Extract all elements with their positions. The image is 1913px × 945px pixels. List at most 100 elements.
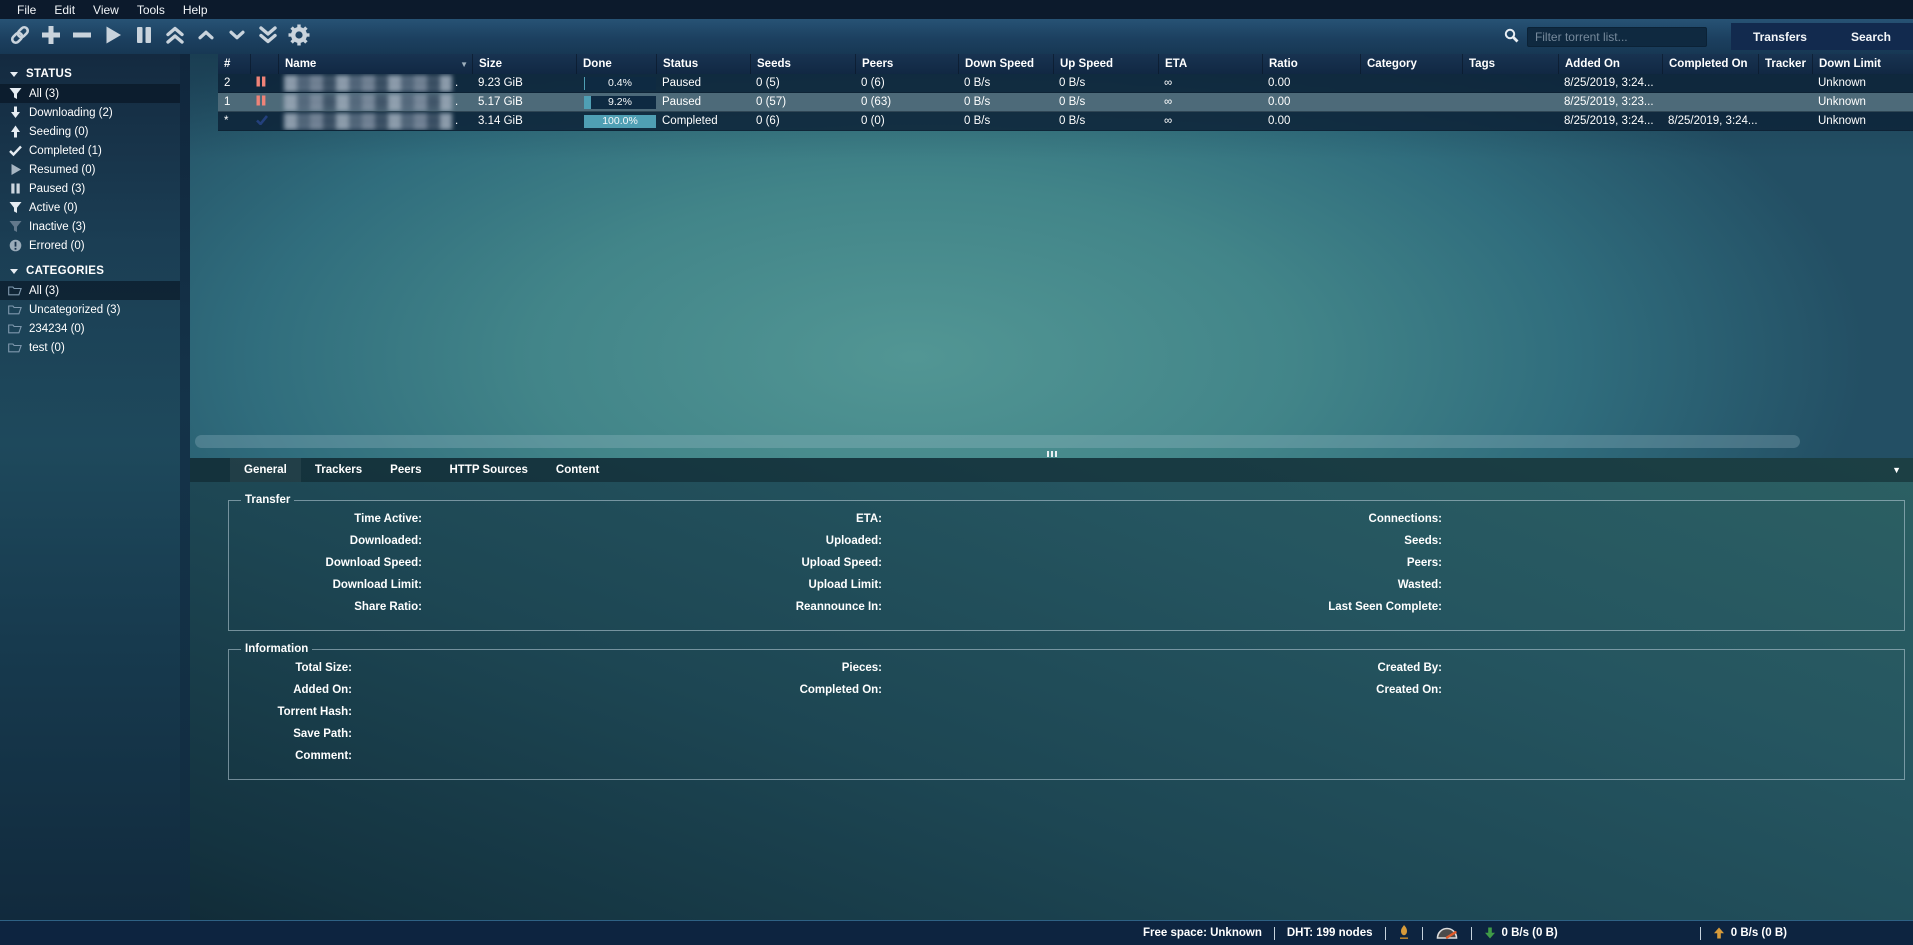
resume-button[interactable]	[99, 23, 127, 51]
sidebar-item-errored-0[interactable]: Errored (0)	[0, 236, 180, 255]
column-header-down-limit[interactable]: Down Limit	[1812, 54, 1913, 74]
blurred-torrent-name	[284, 94, 452, 111]
cell-size: 3.14 GiB	[472, 112, 576, 130]
menu-file[interactable]: File	[8, 3, 45, 17]
column-header-done[interactable]: Done	[576, 54, 656, 74]
column-header-eta[interactable]: ETA	[1158, 54, 1262, 74]
connection-status-firewalled-icon[interactable]	[1398, 924, 1410, 943]
sidebar-item-uncategorized-3[interactable]: Uncategorized (3)	[0, 300, 180, 319]
torrent-row[interactable]: 2.9.23 GiB0.4%Paused0 (5)0 (6)0 B/s0 B/s…	[218, 74, 1913, 93]
cell-added-on: 8/25/2019, 3:23...	[1558, 93, 1662, 111]
sidebar-item-234234-0[interactable]: 234234 (0)	[0, 319, 180, 338]
column-header-size[interactable]: Size	[472, 54, 576, 74]
sidebar-item-label: Completed (1)	[29, 145, 102, 157]
tab-trackers[interactable]: Trackers	[301, 458, 376, 482]
information-fieldset: Information Total Size:Pieces:Created By…	[228, 643, 1905, 780]
sidebar-splitter[interactable]	[180, 54, 190, 920]
sidebar-item-resumed-0[interactable]: Resumed (0)	[0, 160, 180, 179]
categories-section-title: CATEGORIES	[26, 265, 104, 277]
add-torrent-link-button[interactable]	[6, 23, 34, 51]
torrent-row[interactable]: 1.5.17 GiB9.2%Paused0 (57)0 (63)0 B/s0 B…	[218, 93, 1913, 112]
increase-priority-button[interactable]	[192, 23, 220, 51]
menu-tools[interactable]: Tools	[128, 3, 174, 17]
column-header-peers[interactable]: Peers	[855, 54, 958, 74]
view-tab-search[interactable]: Search	[1829, 23, 1913, 50]
menu-edit[interactable]: Edit	[45, 3, 84, 17]
cell-eta: ∞	[1158, 74, 1262, 92]
field-label-comment: Comment:	[239, 750, 352, 762]
cell-seeds: 0 (5)	[750, 74, 855, 92]
cell-added-on: 8/25/2019, 3:24...	[1558, 112, 1662, 130]
cell-tags	[1462, 112, 1558, 130]
add-torrent-file-button[interactable]	[37, 23, 65, 51]
tab-content[interactable]: Content	[542, 458, 613, 482]
fieldset-row: Time Active:ETA:Connections:	[239, 508, 1894, 530]
add-torrent-file-icon	[40, 24, 62, 49]
sidebar-item-completed-1[interactable]: Completed (1)	[0, 141, 180, 160]
menu-view[interactable]: View	[84, 3, 128, 17]
field-label-downloaded: Downloaded:	[239, 535, 422, 547]
cell-status: Paused	[656, 93, 750, 111]
pause-button[interactable]	[130, 23, 158, 51]
sidebar-item-downloading-2[interactable]: Downloading (2)	[0, 103, 180, 122]
cell-status: Paused	[656, 74, 750, 92]
view-tab-transfers[interactable]: Transfers	[1731, 23, 1829, 50]
column-header-name[interactable]: Name▼	[278, 54, 472, 74]
cell-ratio: 0.00	[1262, 112, 1360, 130]
torrent-row[interactable]: *.3.14 GiB100.0%Completed0 (6)0 (0)0 B/s…	[218, 112, 1913, 131]
filter-torrent-input[interactable]	[1527, 27, 1707, 47]
column-header-status[interactable]: Status	[656, 54, 750, 74]
sidebar-item-all-3[interactable]: All (3)	[0, 84, 180, 103]
column-header-state-icon[interactable]	[250, 54, 278, 74]
categories-section-header[interactable]: CATEGORIES	[0, 261, 180, 281]
sidebar-item-label: All (3)	[29, 285, 59, 297]
column-header-down-speed[interactable]: Down Speed	[958, 54, 1053, 74]
column-header-tags[interactable]: Tags	[1462, 54, 1558, 74]
sidebar-item-inactive-3[interactable]: Inactive (3)	[0, 217, 180, 236]
sidebar-item-active-0[interactable]: Active (0)	[0, 198, 180, 217]
column-header-[interactable]: #	[218, 54, 250, 74]
alt-speed-limits-speedometer-icon[interactable]	[1435, 924, 1459, 943]
top-priority-button[interactable]	[161, 23, 189, 51]
options-button[interactable]	[285, 23, 313, 51]
horizontal-scrollbar[interactable]	[195, 435, 1800, 448]
sidebar-item-label: Uncategorized (3)	[29, 304, 120, 316]
sidebar-item-all-3[interactable]: All (3)	[0, 281, 180, 300]
bottom-priority-button[interactable]	[254, 23, 282, 51]
column-header-up-speed[interactable]: Up Speed	[1053, 54, 1158, 74]
menu-help[interactable]: Help	[174, 3, 217, 17]
column-header-ratio[interactable]: Ratio	[1262, 54, 1360, 74]
view-tabs: TransfersSearch	[1731, 23, 1913, 50]
cell-peers: 0 (0)	[855, 112, 958, 130]
panel-splitter[interactable]	[190, 449, 1913, 458]
tab-http-sources[interactable]: HTTP Sources	[436, 458, 542, 482]
tab-general[interactable]: General	[230, 458, 301, 482]
tab-peers[interactable]: Peers	[376, 458, 435, 482]
sort-descending-icon: ▼	[460, 60, 468, 69]
column-header-added-on[interactable]: Added On	[1558, 54, 1662, 74]
cell-name: .	[278, 74, 472, 92]
cell-eta: ∞	[1158, 93, 1262, 111]
column-header-tracker[interactable]: Tracker	[1758, 54, 1812, 74]
status-section-header[interactable]: STATUS	[0, 64, 180, 84]
cell-name: .	[278, 112, 472, 130]
chevron-down-icon[interactable]: ▼	[1892, 465, 1901, 475]
bottom-priority-icon	[257, 24, 279, 49]
column-header-seeds[interactable]: Seeds	[750, 54, 855, 74]
sidebar-item-test-0[interactable]: test (0)	[0, 338, 180, 357]
fieldset-row: Save Path:	[239, 723, 1894, 745]
paused-state-icon	[256, 76, 266, 90]
divider	[1274, 927, 1275, 940]
field-label-upload-speed: Upload Speed:	[722, 557, 882, 569]
decrease-priority-button[interactable]	[223, 23, 251, 51]
column-header-category[interactable]: Category	[1360, 54, 1462, 74]
column-header-completed-on[interactable]: Completed On	[1662, 54, 1758, 74]
transfer-fieldset: Transfer Time Active:ETA:Connections:Dow…	[228, 494, 1905, 631]
progress-bar: 9.2%	[584, 96, 656, 109]
sidebar-item-label: test (0)	[29, 342, 65, 354]
download-speed-group: 0 B/s (0 B)	[1484, 927, 1558, 939]
sidebar-item-paused-3[interactable]: Paused (3)	[0, 179, 180, 198]
delete-button[interactable]	[68, 23, 96, 51]
sidebar-item-seeding-0[interactable]: Seeding (0)	[0, 122, 180, 141]
arrow-up-icon	[8, 125, 22, 138]
